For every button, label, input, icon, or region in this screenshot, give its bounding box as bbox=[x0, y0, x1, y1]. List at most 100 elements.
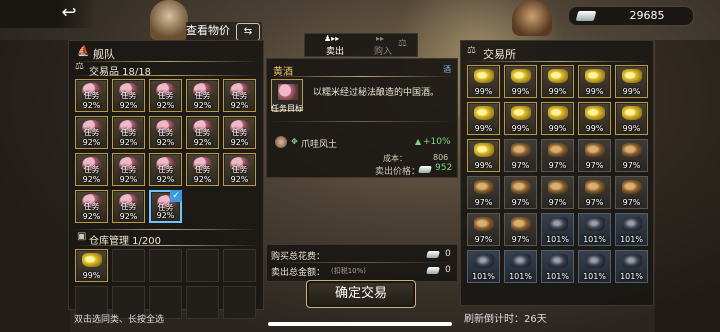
item-percent: 92% bbox=[119, 138, 138, 147]
item-percent: 92% bbox=[193, 138, 212, 147]
brown-goods-icon bbox=[585, 143, 605, 157]
dark-goods-icon bbox=[548, 254, 568, 268]
exchange-slot[interactable]: 101% bbox=[467, 250, 500, 283]
gold-goods-icon bbox=[548, 106, 568, 120]
item-percent: 97% bbox=[548, 198, 567, 207]
trade-good-slot[interactable]: 任务 92% bbox=[186, 116, 219, 149]
empty-slot[interactable] bbox=[112, 249, 145, 282]
exchange-slot[interactable]: 99% bbox=[467, 65, 500, 98]
empty-slot[interactable] bbox=[223, 286, 256, 319]
item-percent: 101% bbox=[509, 272, 532, 281]
exchange-slot[interactable]: 99% bbox=[541, 102, 574, 135]
exchange-slot[interactable]: 97% bbox=[615, 139, 648, 172]
exchange-slot[interactable]: 101% bbox=[615, 213, 648, 246]
exchange-slot[interactable]: 97% bbox=[504, 139, 537, 172]
trade-good-slot[interactable]: 任务 92% bbox=[112, 190, 145, 223]
buy-total-label: 购买总花费： bbox=[271, 252, 326, 262]
exchange-slot[interactable]: 99% bbox=[615, 102, 648, 135]
silver-icon bbox=[426, 251, 440, 258]
back-button[interactable]: ↩ bbox=[56, 3, 82, 23]
trade-good-slot[interactable]: 任务 92% bbox=[223, 153, 256, 186]
item-category: 酒 bbox=[443, 65, 451, 74]
item-percent: 99% bbox=[474, 124, 493, 133]
empty-slot[interactable] bbox=[186, 286, 219, 319]
exchange-panel: ⚖ 交易所 99% 99% 99% 99% 99% 99% 99% 99% 99% 99% 99% 9… bbox=[460, 40, 654, 306]
trade-good-slot[interactable]: 任务 92% bbox=[149, 79, 182, 112]
exchange-slot[interactable]: 97% bbox=[578, 139, 611, 172]
divider bbox=[73, 61, 259, 62]
trade-good-slot[interactable]: 任务 92% bbox=[75, 153, 108, 186]
item-label: 任务 bbox=[194, 91, 211, 100]
empty-slot[interactable] bbox=[186, 249, 219, 282]
exchange-slot[interactable]: 99% bbox=[541, 65, 574, 98]
trade-good-slot[interactable]: 任务 92% bbox=[112, 153, 145, 186]
item-percent: 97% bbox=[474, 235, 493, 244]
confirm-trade-button[interactable]: 确定交易 bbox=[306, 280, 416, 308]
tab-sell[interactable]: ♟▸▸ 卖出 bbox=[320, 34, 356, 57]
exchange-slot[interactable]: 101% bbox=[578, 250, 611, 283]
dark-goods-icon bbox=[474, 254, 494, 268]
exchange-slot[interactable]: 99% bbox=[504, 102, 537, 135]
trade-detail-panel: 黄酒 酒 任务目标 以糯米经过秘法酿造的中国酒。 ✥ 爪哇风土 ▲ +10% 成… bbox=[266, 58, 458, 178]
exchange-slot[interactable]: 101% bbox=[541, 213, 574, 246]
trade-good-slot[interactable]: 任务 92% bbox=[223, 116, 256, 149]
brown-goods-icon bbox=[622, 143, 642, 157]
trade-good-slot[interactable]: 任务 92% bbox=[149, 116, 182, 149]
item-label: 任务 bbox=[157, 165, 174, 174]
divider bbox=[269, 76, 455, 77]
exchange-slot[interactable]: 97% bbox=[541, 176, 574, 209]
item-percent: 97% bbox=[511, 161, 530, 170]
trade-good-slot[interactable]: 任务 92% bbox=[112, 116, 145, 149]
trade-good-slot[interactable]: 任务 92% bbox=[75, 79, 108, 112]
item-percent: 97% bbox=[585, 198, 604, 207]
empty-slot[interactable] bbox=[223, 249, 256, 282]
home-indicator bbox=[268, 322, 452, 326]
sell-tax-note: (扣税10%) bbox=[331, 267, 367, 275]
sell-price-label: 卖出价格： bbox=[375, 167, 421, 177]
item-label: 任务 bbox=[231, 128, 248, 137]
exchange-slot[interactable]: 97% bbox=[541, 139, 574, 172]
exchange-slot[interactable]: 97% bbox=[504, 176, 537, 209]
merchant-portrait bbox=[150, 0, 188, 40]
exchange-slot[interactable]: 101% bbox=[504, 250, 537, 283]
trade-good-slot[interactable]: 任务 92% bbox=[223, 79, 256, 112]
exchange-slot[interactable]: 101% bbox=[615, 250, 648, 283]
exchange-slot[interactable]: 99% bbox=[467, 102, 500, 135]
trade-good-slot[interactable]: 任务 92% bbox=[149, 153, 182, 186]
skill-avatar bbox=[275, 136, 287, 148]
brown-goods-icon bbox=[548, 180, 568, 194]
exchange-slot[interactable]: 97% bbox=[504, 213, 537, 246]
item-label: 任务 bbox=[83, 91, 100, 100]
trade-good-slot[interactable]: 任务 92% ✓ bbox=[149, 190, 182, 223]
exchange-slot[interactable]: 99% bbox=[467, 139, 500, 172]
item-label: 任务 bbox=[194, 128, 211, 137]
exchange-slot[interactable]: 99% bbox=[578, 102, 611, 135]
refresh-label: 刷新倒计时： bbox=[464, 314, 524, 325]
item-label: 任务 bbox=[120, 128, 137, 137]
exchange-slot[interactable]: 97% bbox=[467, 213, 500, 246]
exchange-slot[interactable]: 101% bbox=[541, 250, 574, 283]
exchange-slot[interactable]: 97% bbox=[578, 176, 611, 209]
exchange-slot[interactable]: 97% bbox=[467, 176, 500, 209]
exchange-slot[interactable]: 101% bbox=[578, 213, 611, 246]
swap-button[interactable]: ⇆ bbox=[236, 23, 260, 41]
buy-arrow-icon: ▸▸ bbox=[376, 34, 385, 43]
trade-good-slot[interactable]: 任务 92% bbox=[75, 116, 108, 149]
exchange-slot[interactable]: 99% bbox=[615, 65, 648, 98]
empty-slot[interactable] bbox=[149, 249, 182, 282]
trade-good-slot[interactable]: 任务 92% bbox=[75, 190, 108, 223]
warehouse-slot[interactable]: 99% bbox=[75, 249, 108, 282]
trade-good-slot[interactable]: 任务 92% bbox=[186, 153, 219, 186]
exchange-slot[interactable]: 99% bbox=[578, 65, 611, 98]
item-percent: 92% bbox=[156, 138, 175, 147]
exchange-slot[interactable]: 97% bbox=[615, 176, 648, 209]
trade-good-slot[interactable]: 任务 92% bbox=[186, 79, 219, 112]
view-price-label: 查看物价 bbox=[186, 24, 230, 37]
item-label: 任务 bbox=[231, 165, 248, 174]
trade-good-slot[interactable]: 任务 92% bbox=[112, 79, 145, 112]
tab-buy[interactable]: ▸▸ 购入 ⚖ bbox=[372, 34, 416, 57]
item-percent: 97% bbox=[622, 198, 641, 207]
item-percent: 97% bbox=[511, 235, 530, 244]
divider bbox=[73, 229, 259, 230]
exchange-slot[interactable]: 99% bbox=[504, 65, 537, 98]
